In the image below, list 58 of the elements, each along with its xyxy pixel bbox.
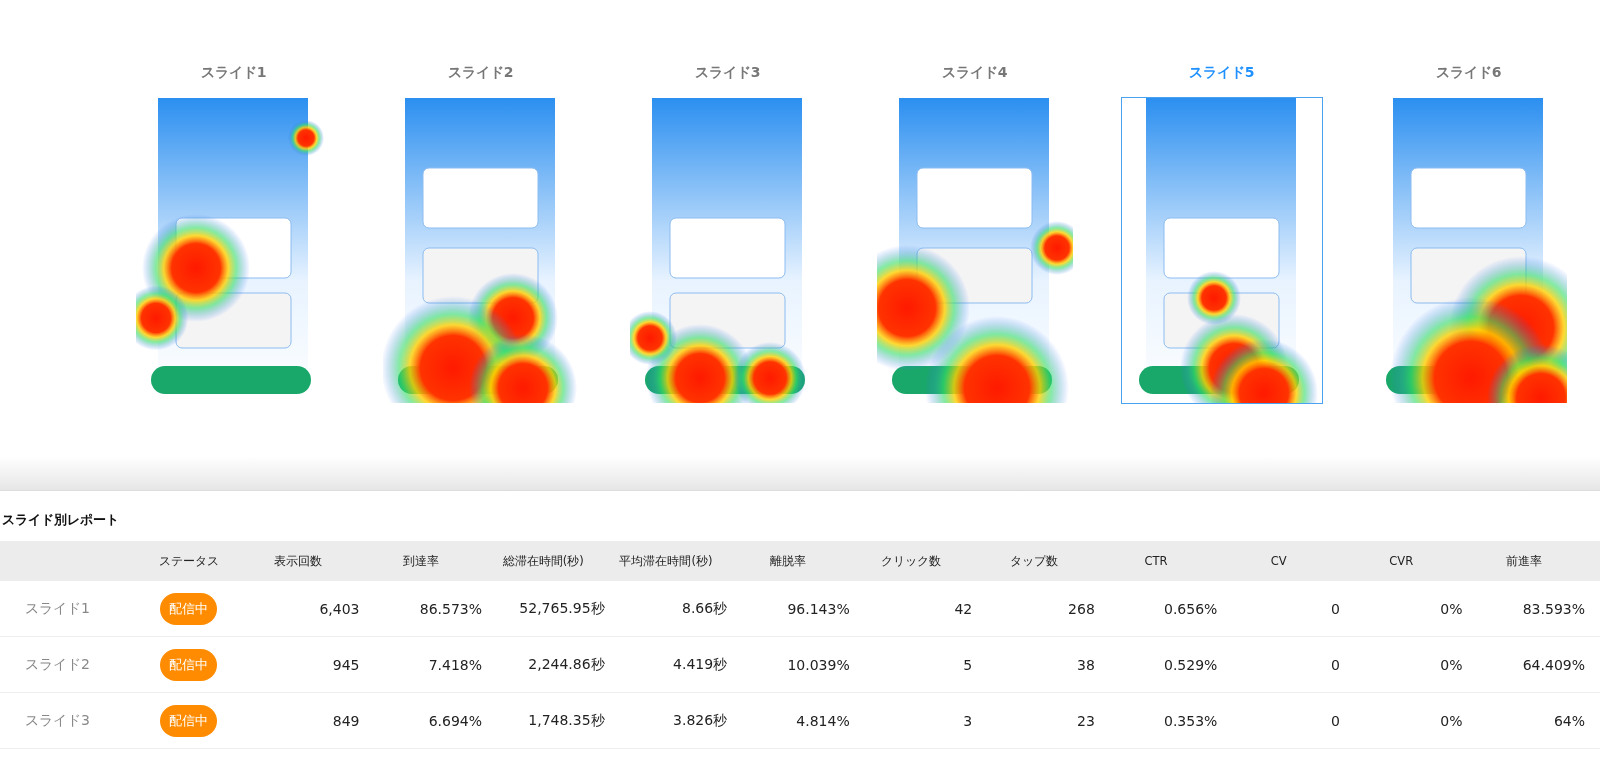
column-header: CV [1269, 554, 1288, 568]
column-header: CVR [1388, 554, 1415, 568]
table-cell-text: 0.656% [1162, 600, 1218, 617]
table-cell-text: 42 [953, 600, 973, 617]
slide-label[interactable]: スライド3 [694, 62, 761, 82]
slide-label[interactable]: スライド1 [200, 62, 267, 82]
table-cell-text: 38 [1076, 656, 1095, 673]
table-cell-text: 268 [1067, 600, 1095, 617]
table-cell-text: 10.039% [786, 656, 850, 673]
column-header: タップ数 [1008, 553, 1059, 569]
table-cell-text: 86.573% [418, 600, 483, 617]
table-cell-text: 6.694% [427, 712, 483, 729]
slide-label[interactable]: スライド2 [447, 62, 514, 82]
table-cell-text: 6,403 [318, 600, 360, 617]
table-cell-text: 83.593% [1521, 600, 1585, 617]
table-cell-text: 96.143% [786, 600, 850, 617]
column-header: 到達率 [401, 553, 440, 569]
slide-label[interactable]: スライド4 [941, 62, 1008, 82]
table-cell-text: 0.529% [1162, 656, 1218, 673]
table-cell-text: 0 [1330, 656, 1340, 673]
table-cell-text: 0.353% [1162, 712, 1218, 729]
status-badge: 配信中 [160, 648, 217, 681]
table-cell-text: 1,748.35秒 [527, 711, 605, 730]
status-badge: 配信中 [160, 592, 217, 625]
table-cell-text: 8.66秒 [681, 599, 728, 618]
slide-label[interactable]: スライド5 [1188, 62, 1255, 82]
table-cell-text: 0% [1439, 712, 1463, 729]
table-cell-text: 4.419秒 [672, 655, 728, 674]
table-cell-text: 3.826秒 [672, 711, 728, 730]
column-header: 総滞在時間(秒) [501, 553, 585, 569]
table-cell-text: スライド1 [24, 599, 91, 618]
status-badge: 配信中 [160, 704, 217, 737]
table-cell-text: 23 [1076, 712, 1095, 729]
table-cell-text: 849 [331, 712, 360, 729]
table-cell-text: 64% [1552, 712, 1585, 729]
column-header: CTR [1143, 554, 1169, 568]
column-header: ステータス [157, 553, 220, 569]
report-title: スライド別レポート [1, 511, 120, 529]
table-cell-text: 945 [331, 656, 360, 673]
column-header: クリック数 [880, 553, 942, 569]
table-cell-text: 4.814% [795, 712, 850, 729]
column-header: 平均滞在時間(秒) [618, 553, 714, 569]
table-cell-text: 64.409% [1521, 656, 1585, 673]
table-cell-text: 0 [1330, 600, 1340, 617]
column-header: 離脱率 [769, 553, 808, 569]
table-cell-text: スライド3 [24, 711, 91, 730]
table-cell-text: 5 [962, 656, 973, 673]
table-cell-text: 0 [1330, 712, 1340, 729]
table-cell-text: スライド2 [24, 655, 91, 674]
table-cell-text: 2,244.86秒 [527, 655, 605, 674]
table-cell-text: 7.418% [427, 656, 483, 673]
table-cell-text: 0% [1439, 656, 1463, 673]
table-cell-text: 0% [1439, 600, 1463, 617]
slide-label[interactable]: スライド6 [1435, 62, 1502, 82]
column-header: 前進率 [1504, 553, 1543, 569]
column-header: 表示回数 [273, 553, 324, 569]
table-cell-text: 3 [962, 712, 973, 729]
table-cell-text: 52,765.95秒 [518, 599, 605, 618]
